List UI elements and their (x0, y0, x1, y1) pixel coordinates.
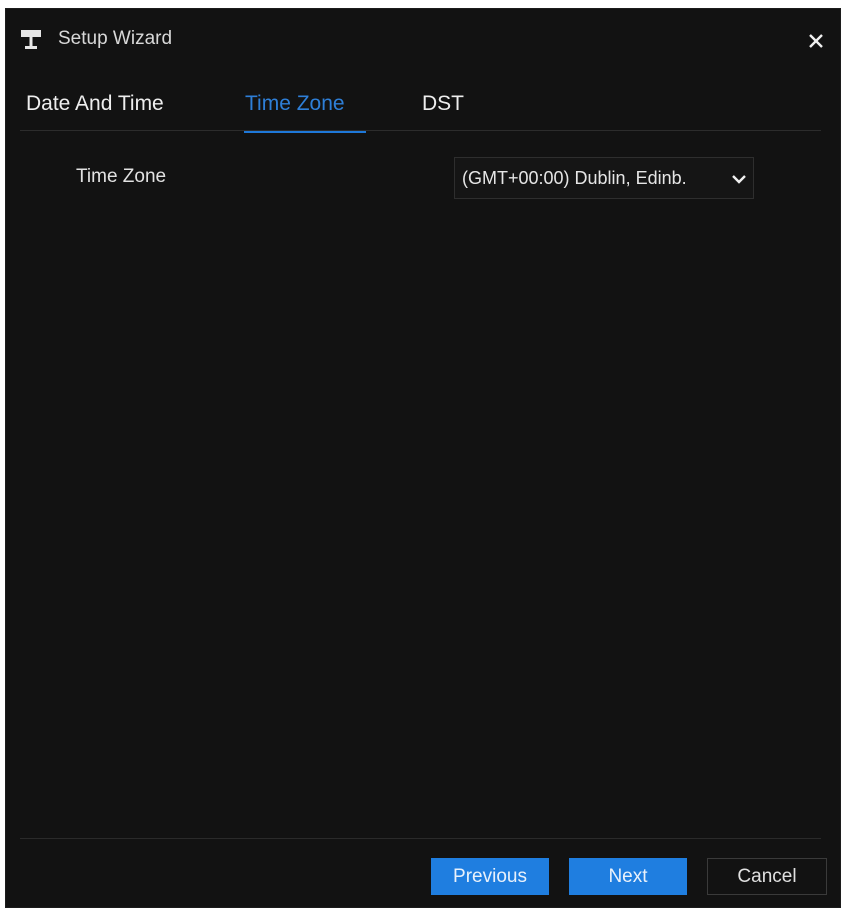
tab-date-and-time[interactable]: Date And Time (26, 90, 164, 118)
previous-button[interactable]: Previous (431, 858, 549, 895)
setup-wizard-dialog: Setup Wizard Date And Time Time Zone DST… (5, 8, 841, 908)
window-title: Setup Wizard (58, 28, 173, 49)
wizard-signpost-icon (20, 28, 42, 50)
tab-bar: Date And Time Time Zone DST (6, 85, 840, 133)
chevron-down-icon (731, 172, 747, 186)
time-zone-label: Time Zone (76, 166, 167, 187)
tab-time-zone[interactable]: Time Zone (245, 90, 345, 118)
tabs-divider (20, 130, 821, 131)
close-icon[interactable] (806, 31, 826, 51)
tab-dst[interactable]: DST (422, 90, 464, 118)
time-zone-select-value: (GMT+00:00) Dublin, Edinb. (462, 168, 687, 188)
cancel-button[interactable]: Cancel (707, 858, 827, 895)
time-zone-select[interactable]: (GMT+00:00) Dublin, Edinb. (454, 157, 754, 199)
title-bar: Setup Wizard (6, 9, 840, 69)
footer-divider (20, 838, 821, 839)
next-button[interactable]: Next (569, 858, 687, 895)
